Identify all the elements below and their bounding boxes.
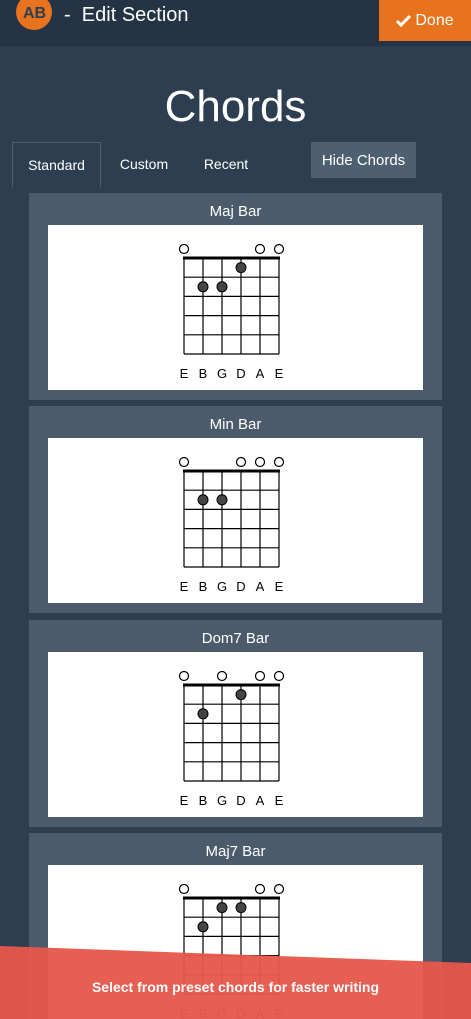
tab-recent[interactable]: Recent (193, 142, 259, 188)
page-heading: Chords (164, 82, 307, 131)
chord-diagram: EBGDAE (48, 225, 423, 390)
open-string-marker (273, 456, 285, 468)
app-logo-icon: AB (16, 0, 52, 30)
chord-card[interactable]: Min Bar EBGDAE (29, 406, 442, 613)
open-string-marker (178, 883, 190, 895)
string-label: E (180, 579, 189, 594)
open-string-marker (273, 243, 285, 255)
string-label: B (199, 366, 208, 381)
finger-dot (216, 902, 228, 914)
chord-diagram: EBGDAE (48, 438, 423, 603)
string-label: A (256, 793, 265, 808)
tab-custom[interactable]: Custom (108, 142, 180, 188)
string-label: B (199, 793, 208, 808)
open-string-marker (235, 456, 247, 468)
finger-dot (197, 921, 209, 933)
open-string-marker (254, 670, 266, 682)
finger-dot (197, 494, 209, 506)
string-label: G (217, 579, 227, 594)
open-string-marker (254, 243, 266, 255)
chord-name: Maj Bar (209, 203, 262, 220)
chord-card[interactable]: Dom7 Bar EBGDAE (29, 620, 442, 827)
chord-card[interactable]: Maj Bar EBGDAE (29, 193, 442, 400)
string-label: A (256, 579, 265, 594)
string-label: D (236, 366, 245, 381)
finger-dot (235, 689, 247, 701)
tab-standard[interactable]: Standard (12, 142, 101, 188)
top-bar: AB - Edit Section Done (0, 0, 471, 46)
toast-message: Select from preset chords for faster wri… (91, 979, 380, 995)
string-label: G (217, 793, 227, 808)
chord-name: Maj7 Bar (205, 843, 266, 860)
finger-dot (197, 708, 209, 720)
open-string-marker (178, 670, 190, 682)
open-string-marker (273, 670, 285, 682)
finger-dot (197, 281, 209, 293)
string-label: G (217, 366, 227, 381)
done-button[interactable]: Done (379, 0, 471, 41)
title-text: Edit Section (81, 4, 189, 26)
open-string-marker (178, 456, 190, 468)
page-title: - Edit Section (64, 4, 189, 27)
chord-name: Min Bar (209, 416, 262, 433)
open-string-marker (178, 243, 190, 255)
string-label: B (199, 579, 208, 594)
logo-text: AB (23, 5, 46, 22)
string-label: E (180, 366, 189, 381)
open-string-marker (254, 456, 266, 468)
check-icon (396, 14, 412, 27)
open-string-marker (273, 883, 285, 895)
hide-chords-button[interactable]: Hide Chords (311, 142, 416, 178)
string-label: A (256, 366, 265, 381)
finger-dot (216, 281, 228, 293)
finger-dot (235, 262, 247, 274)
string-label: E (180, 793, 189, 808)
string-label: D (236, 579, 245, 594)
open-string-marker (216, 670, 228, 682)
chord-diagram: EBGDAE (48, 652, 423, 817)
open-string-marker (254, 883, 266, 895)
finger-dot (216, 494, 228, 506)
string-label: E (275, 366, 284, 381)
finger-dot (235, 902, 247, 914)
done-label: Done (415, 11, 454, 29)
string-label: D (236, 793, 245, 808)
string-label: E (275, 579, 284, 594)
string-label: E (275, 793, 284, 808)
title-separator: - (64, 4, 71, 26)
chord-name: Dom7 Bar (201, 630, 270, 647)
